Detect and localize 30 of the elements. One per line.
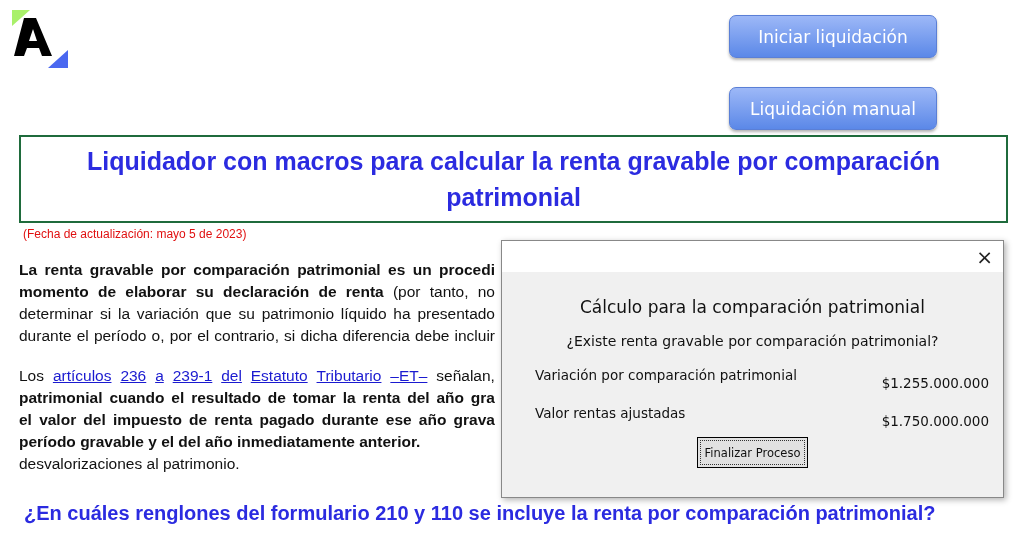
- section-heading: ¿En cuáles renglones del formulario 210 y 110 se incluye la renta por comparación patrimonial?: [24, 502, 937, 525]
- finish-button[interactable]: Finalizar Proceso: [697, 437, 808, 468]
- row-label: Valor rentas ajustadas: [535, 405, 686, 423]
- paragraph-line: momento de elaborar su declaración de renta (por tanto, no: [19, 282, 495, 302]
- paragraph-line: patrimonial cuando el resultado de tomar la renta del año gra: [19, 388, 495, 408]
- dialog-question: ¿Existe renta gravable por comparación patrimonial?: [565, 333, 940, 349]
- article-link[interactable]: del: [221, 365, 242, 387]
- paragraph-line: Los: [19, 366, 44, 386]
- article-link[interactable]: a: [155, 365, 164, 387]
- article-link[interactable]: Estatuto: [250, 365, 308, 387]
- article-link[interactable]: 236: [120, 365, 147, 387]
- update-date: (Fecha de actualización: mayo 5 de 2023): [23, 227, 248, 241]
- article-link[interactable]: artículos: [52, 365, 112, 387]
- paragraph-line: durante el período o, por el contrario, si dicha diferencia debe incluir: [19, 326, 495, 346]
- row-label: Variación por comparación patrimonial: [535, 367, 797, 385]
- paragraph-line: señalan,: [436, 366, 495, 386]
- article-link[interactable]: Tributario: [316, 365, 382, 387]
- row-value: $1.255.000.000: [881, 375, 989, 391]
- paragraph-line: La renta gravable por comparación patrimonial es un procedi: [19, 260, 495, 280]
- paragraph-line: determinar si la variación que su patrimonio líquido ha presentado: [19, 304, 495, 324]
- logo-icon: [12, 10, 68, 68]
- article-link[interactable]: 239-1: [172, 365, 213, 387]
- article-link[interactable]: –ET–: [390, 365, 428, 387]
- paragraph-line: el valor del impuesto de renta pagado durante ese año grava: [19, 410, 495, 430]
- paragraph-line: período gravable y el del año inmediatamente anterior.: [19, 432, 421, 452]
- close-button[interactable]: ×: [976, 244, 993, 269]
- paragraph-line: desvalorizaciones al patrimonio.: [19, 454, 240, 474]
- dialog-title: Cálculo para la comparación patrimonial: [579, 297, 926, 317]
- row-value: $1.750.000.000: [881, 413, 989, 429]
- page-title: Liquidador con macros para calcular la renta gravable por comparación patrimonial: [19, 135, 1008, 223]
